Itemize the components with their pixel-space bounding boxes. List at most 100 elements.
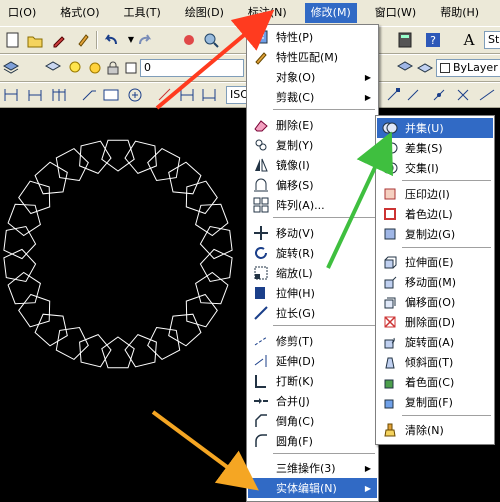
- color-faces-icon: [380, 373, 400, 391]
- dim-tolerance-icon[interactable]: [102, 86, 120, 104]
- pan-icon[interactable]: [180, 31, 198, 49]
- menu-window[interactable]: 窗口(W): [369, 3, 422, 23]
- snap-endpoint-icon[interactable]: [384, 86, 402, 104]
- submenu-item-intersect[interactable]: 交集(I): [377, 158, 493, 178]
- submenu-item-copy-edges[interactable]: 复制边(G): [377, 224, 493, 244]
- help-icon[interactable]: ?: [424, 31, 442, 49]
- new-icon[interactable]: [4, 31, 22, 49]
- menu-item-copy[interactable]: 复制(Y): [248, 135, 377, 155]
- dim-edit-icon[interactable]: [156, 86, 174, 104]
- submenu-item-label: 拉伸面(E): [405, 256, 454, 269]
- sun-icon[interactable]: [86, 59, 104, 77]
- copy-faces-icon: [380, 393, 400, 411]
- snap-extension-icon[interactable]: [478, 86, 496, 104]
- pen-icon[interactable]: [50, 31, 68, 49]
- menu-item-label: 对象(O): [276, 71, 316, 84]
- undo-icon[interactable]: [102, 31, 120, 49]
- submenu-item-label: 着色面(C): [405, 376, 455, 389]
- dim-linear-icon[interactable]: [2, 86, 20, 104]
- menu-item-move[interactable]: 移动(V): [248, 223, 377, 243]
- brush-icon[interactable]: [74, 31, 92, 49]
- dim-baseline-icon[interactable]: [50, 86, 68, 104]
- menu-item-3d-operations[interactable]: 三维操作(3) ▶: [248, 458, 377, 478]
- text-style-combo[interactable]: St: [484, 31, 500, 49]
- submenu-item-extrude-faces[interactable]: 拉伸面(E): [377, 252, 493, 272]
- pentagon-shape: [185, 293, 218, 328]
- lock-icon[interactable]: [104, 59, 122, 77]
- submenu-item-label: 移动面(M): [405, 276, 457, 289]
- menu-format[interactable]: 格式(O): [54, 3, 105, 23]
- submenu-item-taper-faces[interactable]: 倾斜面(T): [377, 352, 493, 372]
- color-swatch-icon[interactable]: [122, 59, 140, 77]
- menu-item-mirror[interactable]: 镜像(I): [248, 155, 377, 175]
- snap-intersection-icon[interactable]: [430, 86, 448, 104]
- menu-tools[interactable]: 工具(T): [118, 3, 167, 23]
- menu-help[interactable]: 帮助(H): [434, 3, 485, 23]
- layer-previous-icon[interactable]: [396, 59, 414, 77]
- menu-item-break[interactable]: 打断(K): [248, 371, 377, 391]
- menu-item-join[interactable]: 合并(J): [248, 391, 377, 411]
- menu-item-extend[interactable]: 延伸(D): [248, 351, 377, 371]
- submenu-item-subtract[interactable]: 差集(S): [377, 138, 493, 158]
- submenu-item-imprint-edges[interactable]: 压印边(I): [377, 184, 493, 204]
- menu-modify[interactable]: 修改(M): [304, 3, 357, 23]
- extrude-faces-icon: [380, 253, 400, 271]
- submenu-item-color-edges[interactable]: 着色边(L): [377, 204, 493, 224]
- dim-center-icon[interactable]: [126, 86, 144, 104]
- pentagon-shape: [195, 271, 229, 305]
- submenu-item-rotate-faces[interactable]: 旋转面(A): [377, 332, 493, 352]
- menu-item-rotate[interactable]: 旋转(R): [248, 243, 377, 263]
- submenu-item-label: 着色边(L): [405, 208, 453, 221]
- zoom-realtime-icon[interactable]: [202, 31, 220, 49]
- open-icon[interactable]: [26, 31, 44, 49]
- dim-text-edit-icon[interactable]: [178, 86, 196, 104]
- layer-manager-icon[interactable]: [2, 59, 20, 77]
- menu-item-label: 特性匹配(M): [276, 51, 339, 64]
- snap-cross-icon[interactable]: [454, 86, 472, 104]
- submenu-item-copy-faces[interactable]: 复制面(F): [377, 392, 493, 412]
- menu-insert[interactable]: 口(O): [2, 3, 42, 23]
- menu-item-array[interactable]: 阵列(A)...: [248, 195, 377, 215]
- dim-leader-icon[interactable]: [80, 86, 98, 104]
- redo-icon[interactable]: [136, 31, 154, 49]
- menu-item-chamfer[interactable]: 倒角(C): [248, 411, 377, 431]
- submenu-item-label: 差集(S): [405, 142, 443, 155]
- menu-item-object[interactable]: 对象(O) ▶: [248, 67, 377, 87]
- light-bulb-icon[interactable]: [66, 59, 84, 77]
- snap-midpoint-icon[interactable]: [404, 86, 422, 104]
- submenu-item-delete-faces[interactable]: 删除面(D): [377, 312, 493, 332]
- menu-item-offset[interactable]: 偏移(S): [248, 175, 377, 195]
- eraser-icon: [251, 116, 271, 134]
- layer-combo[interactable]: 0: [140, 59, 244, 77]
- submenu-item-clean[interactable]: 清除(N): [377, 420, 493, 440]
- dim-update-icon[interactable]: [200, 86, 218, 104]
- menu-draw[interactable]: 绘图(D): [179, 3, 230, 23]
- submenu-item-color-faces[interactable]: 着色面(C): [377, 372, 493, 392]
- menu-separator: [273, 217, 375, 218]
- menu-item-trim[interactable]: 修剪(T): [248, 331, 377, 351]
- layer-stack-icon[interactable]: [44, 59, 62, 77]
- linetype-combo[interactable]: ByLayer: [436, 59, 500, 77]
- calculator-icon[interactable]: [396, 31, 414, 49]
- menu-item-label: 缩放(L): [276, 267, 313, 280]
- submenu-item-union[interactable]: 并集(U): [377, 118, 493, 138]
- submenu-item-move-faces[interactable]: 移动面(M): [377, 272, 493, 292]
- menu-item-erase[interactable]: 删除(E): [248, 115, 377, 135]
- text-style-icon[interactable]: A: [460, 31, 478, 49]
- menu-dimension[interactable]: 标注(N): [242, 3, 293, 23]
- menu-item-clip[interactable]: 剪裁(C) ▶: [248, 87, 377, 107]
- chamfer-icon: [251, 412, 271, 430]
- layer-match-icon[interactable]: [416, 59, 434, 77]
- menu-item-properties[interactable]: 特性(P): [248, 27, 377, 47]
- menu-item-match-properties[interactable]: 特性匹配(M): [248, 47, 377, 67]
- menu-item-scale[interactable]: 缩放(L): [248, 263, 377, 283]
- menu-item-lengthen[interactable]: 拉长(G): [248, 303, 377, 323]
- pentagon-shape: [18, 293, 51, 328]
- pentagon-shape: [55, 326, 89, 361]
- menu-item-solid-editing[interactable]: 实体编辑(N) ▶: [248, 478, 377, 498]
- menu-item-stretch[interactable]: 拉伸(H): [248, 283, 377, 303]
- dim-aligned-icon[interactable]: [26, 86, 44, 104]
- stretch-icon: [251, 284, 271, 302]
- menu-item-fillet[interactable]: 圆角(F): [248, 431, 377, 451]
- submenu-item-offset-faces[interactable]: 偏移面(O): [377, 292, 493, 312]
